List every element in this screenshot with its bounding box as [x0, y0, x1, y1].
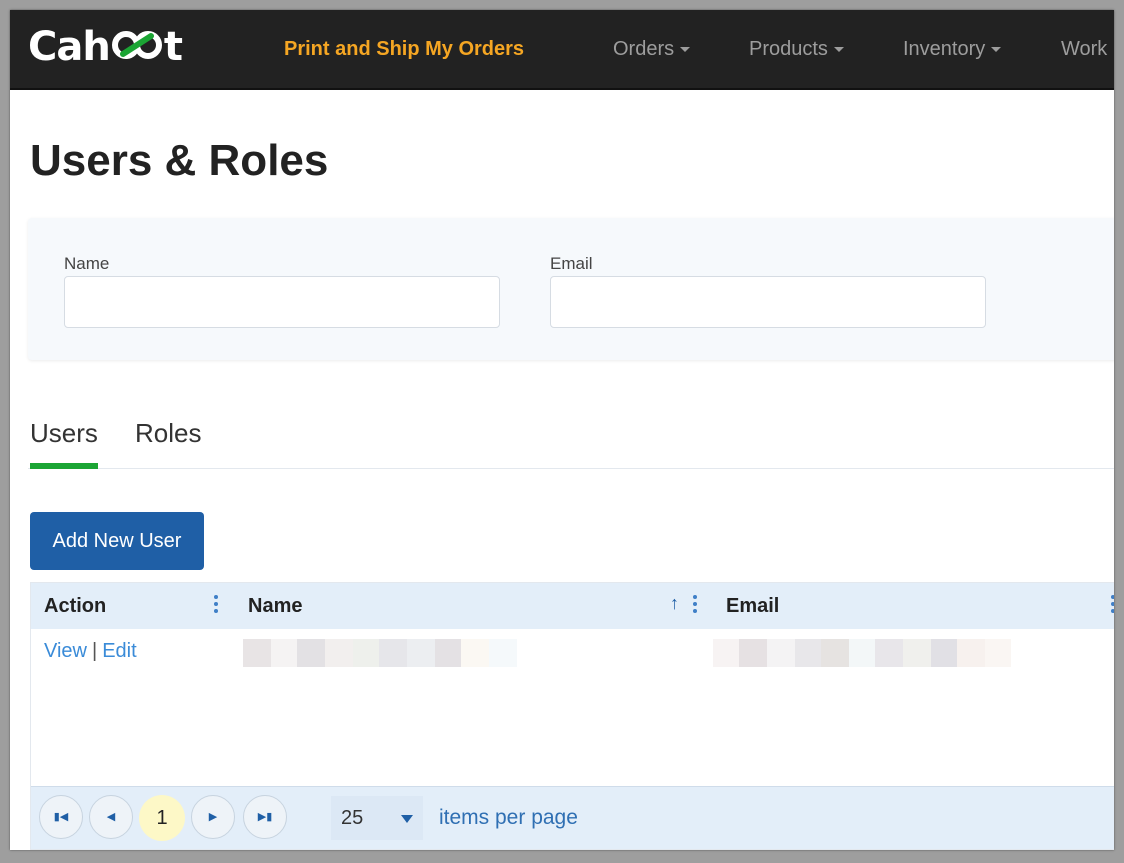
- current-page-number[interactable]: 1: [139, 795, 185, 841]
- edit-link[interactable]: Edit: [102, 640, 136, 662]
- nav-label: Print and Ship My Orders: [284, 38, 525, 60]
- items-per-page-label: items per page: [439, 806, 578, 829]
- column-header-action[interactable]: Action: [44, 583, 106, 629]
- top-navbar: Cah t Print and Ship My Orders Orders Pro…: [10, 10, 1114, 90]
- dropdown-arrow-icon: [401, 815, 413, 823]
- nav-label: Inventory: [903, 38, 986, 60]
- users-grid: Action Name ↑ Email View|Edit ▮◀ ◀ 1 ▶: [30, 582, 1114, 850]
- row-actions: View | Edit: [44, 640, 137, 663]
- tab-users[interactable]: Users: [30, 418, 98, 469]
- tab-bar: Users Roles: [28, 408, 1114, 469]
- column-header-name[interactable]: Name: [248, 583, 302, 629]
- page-size-value: 25: [341, 807, 364, 829]
- next-page-icon[interactable]: ▶: [191, 795, 235, 839]
- add-new-user-button[interactable]: Add New User: [30, 512, 204, 570]
- app-window: Cah t Print and Ship My Orders Orders Pro…: [10, 10, 1114, 850]
- table-row: View | Edit: [31, 629, 1114, 675]
- nav-products[interactable]: Products: [749, 10, 844, 88]
- caret-down-icon: [680, 47, 691, 53]
- column-menu-icon[interactable]: [693, 595, 697, 617]
- tab-roles[interactable]: Roles: [135, 418, 201, 463]
- redacted-email-cell: [713, 639, 1011, 667]
- name-filter-label: Name: [64, 254, 110, 273]
- sort-ascending-icon[interactable]: ↑: [670, 593, 679, 614]
- first-page-icon[interactable]: ▮◀: [39, 795, 83, 839]
- column-menu-icon[interactable]: [214, 595, 218, 617]
- nav-label: Orders: [613, 38, 675, 60]
- email-filter-input[interactable]: [550, 276, 986, 328]
- nav-label: Products: [749, 38, 828, 60]
- nav-work[interactable]: Work: [1061, 10, 1107, 88]
- caret-down-icon: [833, 47, 844, 53]
- nav-inventory[interactable]: Inventory: [903, 10, 1002, 88]
- email-filter-label: Email: [550, 254, 593, 273]
- nav-label: Work: [1061, 38, 1108, 60]
- action-separator: |: [92, 640, 98, 662]
- logo-text-left: Cah: [28, 24, 111, 70]
- column-header-email[interactable]: Email: [726, 583, 779, 629]
- redacted-name-cell: [243, 639, 517, 667]
- last-page-icon[interactable]: ▶▮: [243, 795, 287, 839]
- logo-text-right: t: [163, 24, 183, 70]
- nav-print-and-ship[interactable]: Print and Ship My Orders: [284, 10, 524, 88]
- page-title: Users & Roles: [30, 136, 329, 185]
- filter-panel: Name Email: [28, 218, 1114, 360]
- logo-oo-icon: [111, 26, 163, 72]
- grid-header: Action Name ↑ Email: [31, 583, 1114, 629]
- view-link[interactable]: View: [44, 640, 87, 662]
- grid-pager: ▮◀ ◀ 1 ▶ ▶▮ 25 items per page: [31, 786, 1114, 849]
- name-filter-input[interactable]: [64, 276, 500, 328]
- nav-orders[interactable]: Orders: [613, 10, 691, 88]
- cahoot-logo[interactable]: Cah t: [28, 24, 183, 72]
- column-menu-icon[interactable]: [1111, 595, 1114, 617]
- page-size-select[interactable]: 25: [331, 796, 423, 840]
- caret-down-icon: [991, 47, 1002, 53]
- previous-page-icon[interactable]: ◀: [89, 795, 133, 839]
